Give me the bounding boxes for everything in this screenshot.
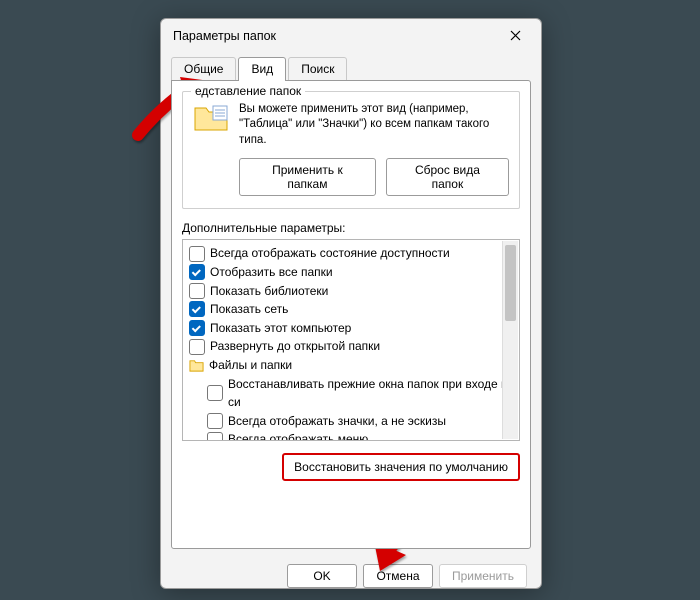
- folder-view-text: Вы можете применить этот вид (например, …: [239, 102, 509, 149]
- tree-group[interactable]: Файлы и папки: [185, 356, 517, 375]
- checkbox-icon[interactable]: [189, 246, 205, 262]
- list-item[interactable]: Развернуть до открытой папки: [185, 337, 517, 356]
- advanced-settings-label: Дополнительные параметры:: [182, 221, 520, 235]
- cancel-button[interactable]: Отмена: [363, 564, 433, 588]
- ok-button[interactable]: OK: [287, 564, 357, 588]
- checkbox-icon[interactable]: [207, 385, 223, 401]
- list-item[interactable]: Отобразить все папки: [185, 263, 517, 282]
- list-item-label: Всегда отображать меню: [228, 430, 368, 441]
- checkbox-icon[interactable]: [189, 339, 205, 355]
- list-item-label: Развернуть до открытой папки: [210, 337, 380, 356]
- list-item[interactable]: Всегда отображать значки, а не эскизы: [185, 412, 517, 431]
- list-item-label: Показать сеть: [210, 300, 288, 319]
- list-item-label: Отобразить все папки: [210, 263, 333, 282]
- tab-search[interactable]: Поиск: [288, 57, 347, 81]
- tab-general[interactable]: Общие: [171, 57, 236, 81]
- close-icon: [510, 30, 521, 41]
- list-item[interactable]: Показать библиотеки: [185, 282, 517, 301]
- list-item[interactable]: Показать этот компьютер: [185, 319, 517, 338]
- tab-view-page: едставление папок Вы можете применить эт…: [171, 80, 531, 549]
- apply-to-folders-button[interactable]: Применить к папкам: [239, 158, 376, 196]
- folder-icon: [193, 102, 229, 134]
- list-item-label: Показать библиотеки: [210, 282, 328, 301]
- checkbox-icon[interactable]: [207, 432, 223, 442]
- folder-options-dialog: Параметры папок Общие Вид Поиск едставле…: [160, 18, 542, 589]
- list-item[interactable]: Всегда отображать состояние доступности: [185, 244, 517, 263]
- list-item-label: Показать этот компьютер: [210, 319, 351, 338]
- tabs: Общие Вид Поиск: [171, 57, 531, 81]
- folder-view-legend: едставление папок: [191, 84, 305, 98]
- folder-icon: [189, 358, 204, 373]
- titlebar: Параметры папок: [161, 19, 541, 53]
- list-item[interactable]: Восстанавливать прежние окна папок при в…: [185, 375, 517, 412]
- list-item-label: Всегда отображать состояние доступности: [210, 244, 450, 263]
- checkbox-icon[interactable]: [189, 283, 205, 299]
- list-item-label: Восстанавливать прежние окна папок при в…: [228, 375, 517, 412]
- list-item-label: Всегда отображать значки, а не эскизы: [228, 412, 446, 431]
- checkbox-icon[interactable]: [189, 264, 205, 280]
- tree-group-label: Файлы и папки: [209, 356, 292, 375]
- scrollbar-thumb[interactable]: [505, 245, 516, 321]
- scrollbar[interactable]: [502, 241, 518, 439]
- checkbox-icon[interactable]: [189, 301, 205, 317]
- checkbox-icon[interactable]: [189, 320, 205, 336]
- dialog-buttons: OK Отмена Применить: [161, 550, 541, 588]
- list-item[interactable]: Показать сеть: [185, 300, 517, 319]
- reset-folders-button[interactable]: Сброс вида папок: [386, 158, 509, 196]
- dialog-title: Параметры папок: [173, 29, 276, 43]
- close-button[interactable]: [497, 22, 533, 50]
- restore-defaults-button[interactable]: Восстановить значения по умолчанию: [282, 453, 520, 481]
- apply-button[interactable]: Применить: [439, 564, 527, 588]
- checkbox-icon[interactable]: [207, 413, 223, 429]
- list-item[interactable]: Всегда отображать меню: [185, 430, 517, 441]
- advanced-settings-tree[interactable]: Всегда отображать состояние доступности …: [182, 239, 520, 441]
- folder-view-section: едставление папок Вы можете применить эт…: [182, 91, 520, 210]
- tab-view[interactable]: Вид: [238, 57, 286, 81]
